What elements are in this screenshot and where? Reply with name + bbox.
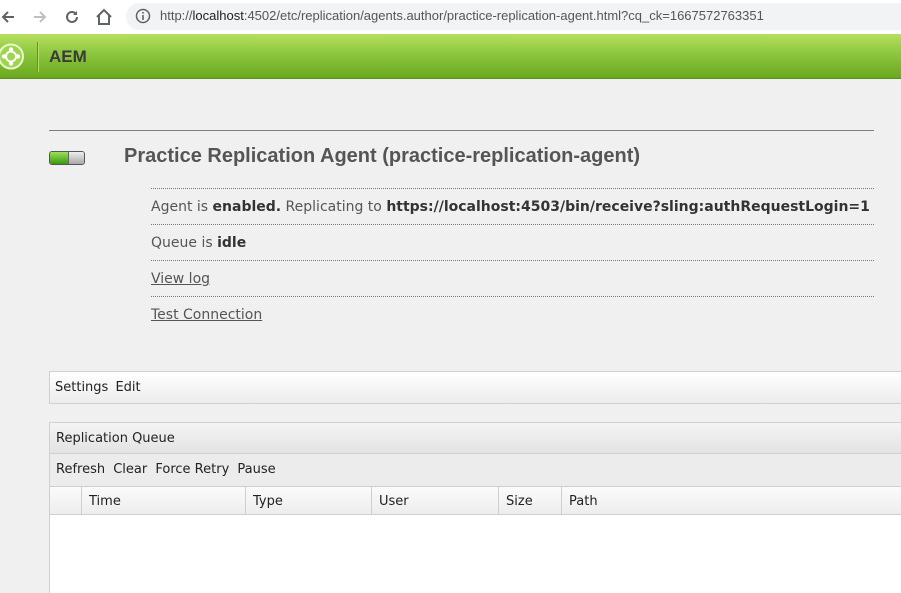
status-label: Agent is [151,199,213,215]
agent-status-row: Agent is enabled. Replicating to https:/… [151,188,874,224]
reload-icon[interactable] [60,5,84,29]
header-divider [37,42,38,72]
pause-button[interactable]: Pause [237,462,275,477]
refresh-button[interactable]: Refresh [56,462,105,477]
aem-header: AEM [0,34,901,79]
queue-label: Queue is [151,235,218,251]
queue-grid-header: Time Type User Size Path [49,486,901,515]
browser-toolbar: http://localhost:4502/etc/replication/ag… [0,0,901,34]
replication-queue-header: Replication Queue [49,422,901,454]
edit-button[interactable]: Edit [115,380,140,395]
queue-toolbar: Refresh Clear Force Retry Pause [49,454,901,486]
url-text[interactable]: http://localhost:4502/etc/replication/ag… [160,8,764,23]
column-header-type[interactable]: Type [246,487,372,514]
queue-value: idle [217,235,247,251]
column-header-select[interactable] [50,487,82,514]
page-title: Practice Replication Agent (practice-rep… [124,145,641,167]
back-arrow-icon[interactable] [0,5,20,29]
home-icon[interactable] [92,5,116,29]
forward-arrow-icon[interactable] [28,5,52,29]
toggle-knob [68,152,84,164]
agent-enabled-toggle[interactable] [49,151,85,165]
settings-toolbar: Settings Edit [49,371,901,404]
column-header-size[interactable]: Size [499,487,562,514]
column-header-user[interactable]: User [372,487,499,514]
view-log-row: View log [151,260,874,296]
queue-status-row: Queue is idle [151,224,874,260]
url-path: :4502/etc/replication/agents.author/prac… [243,8,764,23]
queue-grid-body[interactable] [49,515,901,593]
url-scheme: http:// [160,8,193,23]
test-connection-row: Test Connection [151,296,874,332]
settings-label: Settings [55,380,109,395]
address-bar[interactable]: http://localhost:4502/etc/replication/ag… [126,3,901,30]
replicating-label: Replicating to [281,199,387,215]
column-header-path[interactable]: Path [562,487,901,514]
url-host: localhost [192,8,244,23]
toggle-on-indicator [50,152,68,164]
app-title[interactable]: AEM [49,47,87,67]
column-header-time[interactable]: Time [82,487,246,514]
force-retry-button[interactable]: Force Retry [155,462,229,477]
info-icon[interactable] [135,8,151,24]
view-log-link[interactable]: View log [151,271,210,287]
clear-button[interactable]: Clear [113,462,147,477]
status-value: enabled. [212,199,282,215]
title-divider [49,130,874,131]
target-url: https://localhost:4503/bin/receive?sling… [386,199,870,215]
queue-title: Replication Queue [56,431,175,446]
aem-logo-icon[interactable] [0,43,27,70]
test-connection-link[interactable]: Test Connection [151,307,262,323]
